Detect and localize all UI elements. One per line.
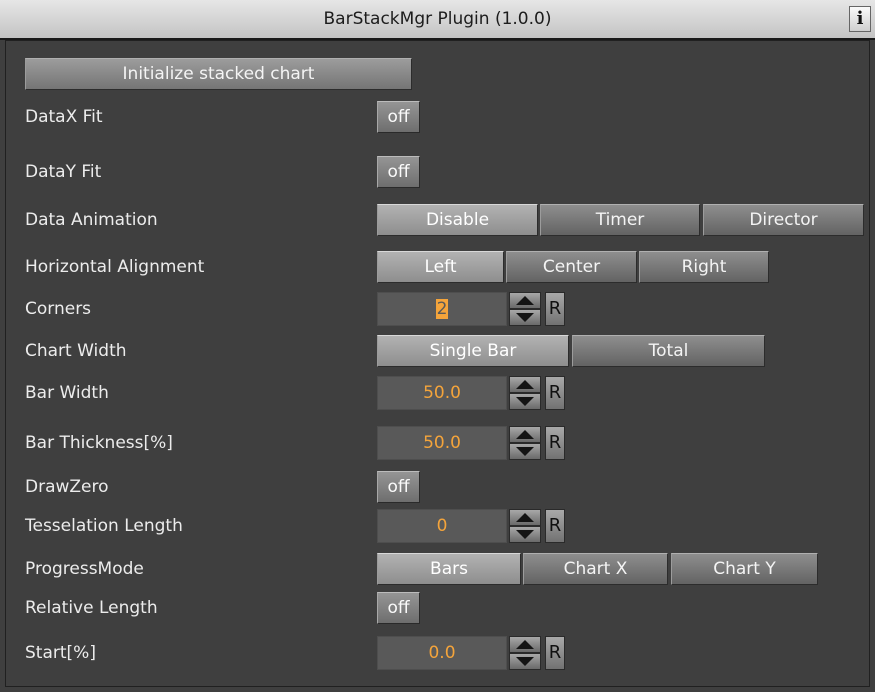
relative-length-toggle[interactable]: off [377,592,420,624]
chart-width-label: Chart Width [25,341,127,361]
spin-up-icon[interactable] [510,427,540,443]
tesselation-length-label: Tesselation Length [25,516,183,536]
datay-fit-label: DataY Fit [25,162,102,182]
start-label: Start[%] [25,643,96,663]
spin-up-icon[interactable] [510,510,540,526]
start-reset-button[interactable]: R [545,636,565,670]
tesselation-length-field[interactable]: 0 [377,509,507,543]
spin-up-icon[interactable] [510,637,540,653]
progress-mode-bars-button[interactable]: Bars [377,553,521,585]
corners-reset-button[interactable]: R [545,292,565,326]
tesselation-length-spinner[interactable] [509,509,541,543]
corners-spinner[interactable] [509,292,541,326]
bar-thickness-spinner[interactable] [509,426,541,460]
data-animation-disable-button[interactable]: Disable [377,204,538,236]
spin-up-icon[interactable] [510,377,540,393]
bar-width-reset-button[interactable]: R [545,376,565,410]
draw-zero-toggle[interactable]: off [377,471,420,503]
bar-width-field[interactable]: 50.0 [377,376,507,410]
progress-mode-chart-x-button[interactable]: Chart X [523,553,668,585]
bar-thickness-field[interactable]: 50.0 [377,426,507,460]
title-bar: BarStackMgr Plugin (1.0.0) i [0,0,875,40]
data-animation-label: Data Animation [25,210,158,230]
horizontal-alignment-label: Horizontal Alignment [25,257,205,277]
window-title: BarStackMgr Plugin (1.0.0) [323,9,552,29]
progress-mode-label: ProgressMode [25,559,144,579]
spin-down-icon[interactable] [510,309,540,325]
datax-fit-label: DataX Fit [25,107,103,127]
alignment-left-button[interactable]: Left [377,251,504,283]
bar-width-spinner[interactable] [509,376,541,410]
alignment-right-button[interactable]: Right [639,251,769,283]
draw-zero-label: DrawZero [25,477,109,497]
chart-width-single-bar-button[interactable]: Single Bar [377,335,569,367]
corners-value: 2 [435,299,449,319]
spin-down-icon[interactable] [510,526,540,542]
start-field[interactable]: 0.0 [377,636,507,670]
progress-mode-chart-y-button[interactable]: Chart Y [671,553,818,585]
info-icon[interactable]: i [849,6,871,32]
alignment-center-button[interactable]: Center [506,251,637,283]
corners-label: Corners [25,299,92,319]
spin-up-icon[interactable] [510,293,540,309]
tesselation-length-reset-button[interactable]: R [545,509,565,543]
bar-width-label: Bar Width [25,383,109,403]
corners-field[interactable]: 2 [377,292,507,326]
data-animation-timer-button[interactable]: Timer [540,204,700,236]
data-animation-director-button[interactable]: Director [703,204,864,236]
spin-down-icon[interactable] [510,443,540,459]
chart-width-total-button[interactable]: Total [572,335,765,367]
relative-length-label: Relative Length [25,598,158,618]
spin-down-icon[interactable] [510,653,540,669]
start-spinner[interactable] [509,636,541,670]
datax-fit-toggle[interactable]: off [377,101,420,133]
initialize-stacked-chart-button[interactable]: Initialize stacked chart [25,58,412,90]
plugin-panel: BarStackMgr Plugin (1.0.0) i Initialize … [0,0,875,692]
bar-thickness-label: Bar Thickness[%] [25,433,173,453]
spin-down-icon[interactable] [510,393,540,409]
bar-thickness-reset-button[interactable]: R [545,426,565,460]
datay-fit-toggle[interactable]: off [377,156,420,188]
